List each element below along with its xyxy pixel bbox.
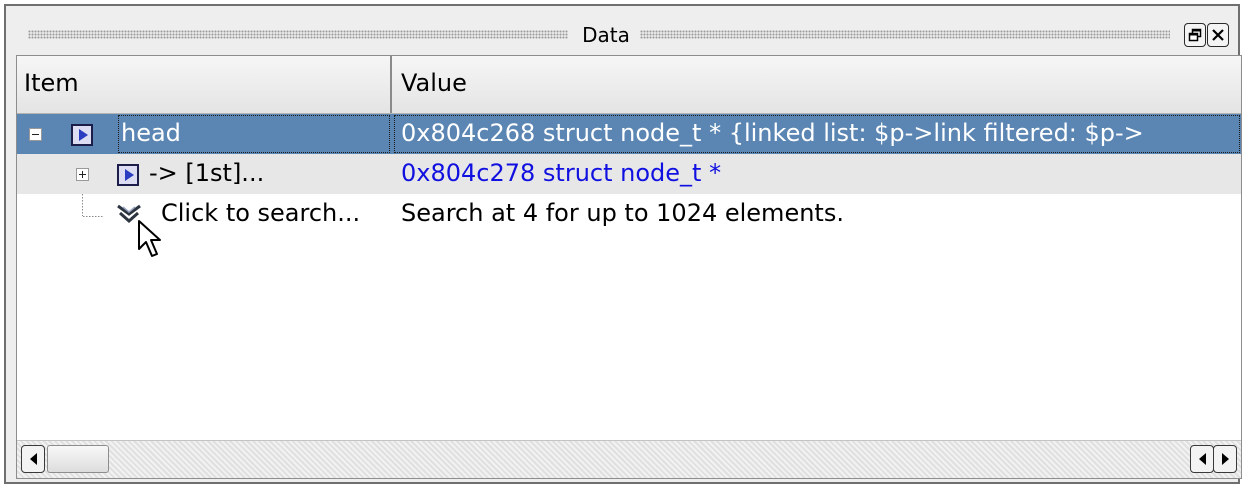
scrollbar-thumb[interactable] [47,445,109,473]
column-header-value[interactable]: Value [394,56,1240,113]
tree-row-search[interactable]: Click to search... Search at 4 for up to… [17,194,1241,234]
mouse-cursor-icon [138,220,161,257]
row-value: 0x804c278 struct node_t * [401,159,722,187]
arrow-right-icon [1221,453,1229,465]
row-name: head [117,114,391,154]
float-window-icon [1188,28,1202,42]
arrow-left-icon [29,453,37,465]
column-header: Item Value [17,56,1241,114]
collapse-toggle-icon[interactable] [29,128,42,141]
title-bar: Data [20,18,1234,52]
scroll-left-button-end[interactable] [1190,445,1214,473]
close-icon [1212,29,1224,41]
row-value: 0x804c268 struct node_t * {linked list: … [393,114,1241,154]
float-button[interactable] [1184,23,1206,47]
horizontal-scrollbar[interactable] [17,440,1241,478]
column-header-item[interactable]: Item [17,56,392,113]
arrow-left-icon [1198,453,1206,465]
tree-row-first[interactable]: -> [1st]... 0x804c278 struct node_t * [17,154,1241,194]
expand-arrow-icon[interactable] [71,124,93,146]
scroll-right-button[interactable] [1213,445,1237,473]
expand-toggle-icon[interactable] [76,168,89,181]
scroll-left-button[interactable] [21,445,45,473]
close-button[interactable] [1207,23,1229,47]
tree-row-head[interactable]: head 0x804c268 struct node_t * {linked l… [17,114,1241,154]
title-grip-left [28,30,568,39]
row-name: Click to search... [161,199,361,227]
data-tree-view[interactable]: Item Value head 0x804c268 struct node_t … [16,55,1242,479]
row-value: Search at 4 for up to 1024 elements. [401,199,844,227]
expand-arrow-icon[interactable] [117,164,139,186]
title-grip-right [640,30,1170,39]
row-name: -> [1st]... [149,159,265,187]
panel-title: Data [582,23,630,47]
